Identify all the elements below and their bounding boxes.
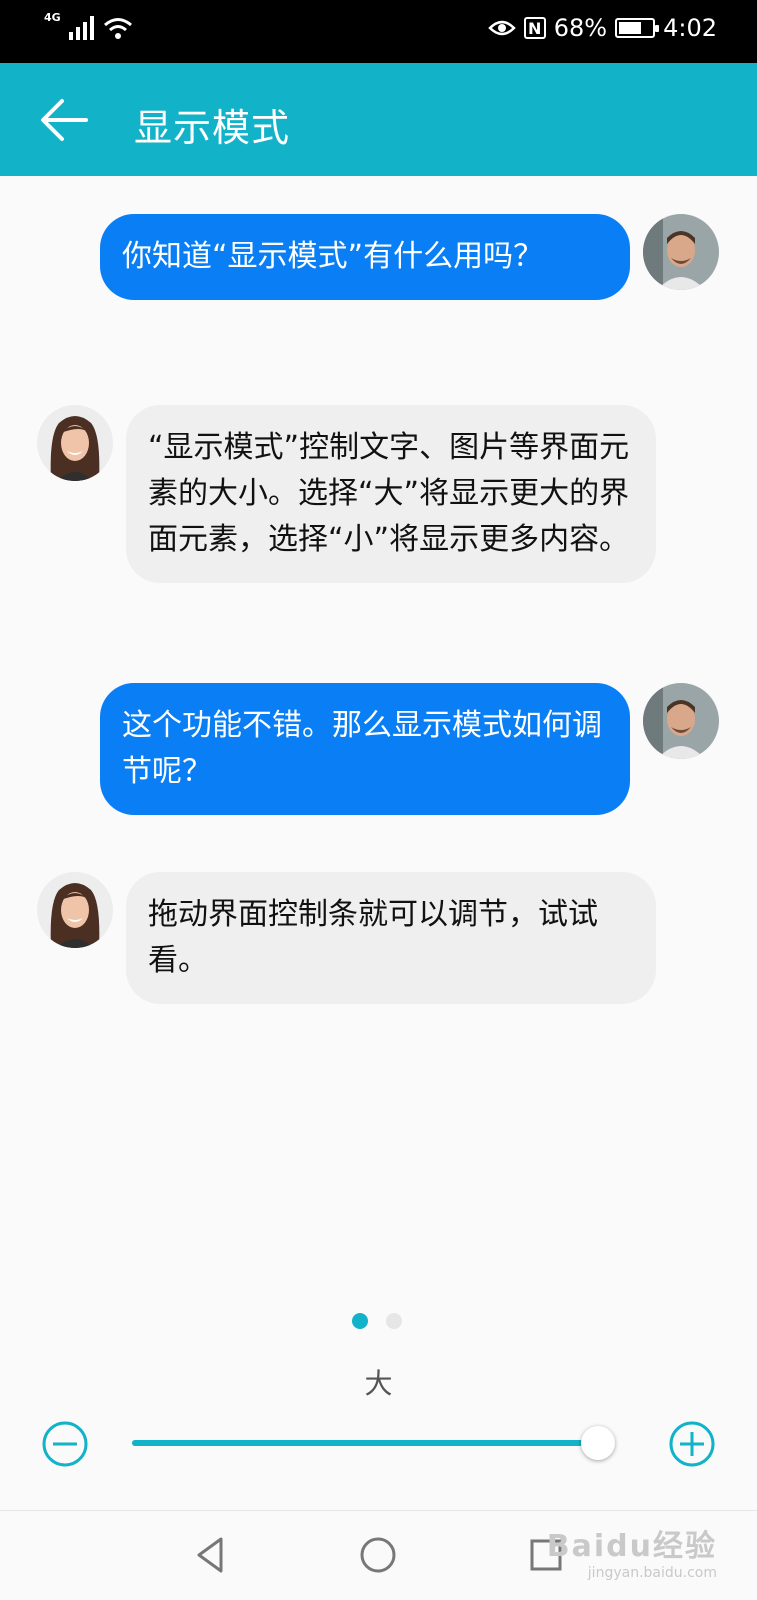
slider-thumb[interactable] (581, 1426, 615, 1460)
male-avatar (643, 214, 719, 290)
battery-icon (615, 18, 660, 38)
bubble-question-1: 你知道“显示模式”有什么用吗？ (100, 214, 630, 300)
battery-percent: 68% (553, 14, 608, 42)
status-left: 4G (44, 11, 133, 40)
arrow-left-icon[interactable] (38, 96, 90, 144)
battery-level (619, 22, 641, 34)
bubble-answer-1: “显示模式”控制文字、图片等界面元素的大小。选择“大”将显示更大的界面元素，选择… (126, 405, 656, 583)
circle-home-icon[interactable] (356, 1533, 400, 1577)
bubble-answer-2: 拖动界面控制条就可以调节，试试看。 (126, 872, 656, 1004)
watermark-sub: jingyan.baidu.com (587, 1565, 717, 1581)
female-avatar (37, 872, 113, 948)
pager-dot[interactable] (386, 1313, 402, 1329)
female-avatar (37, 405, 113, 481)
status-right: N 68% 4:02 (487, 14, 717, 42)
clock: 4:02 (663, 14, 717, 42)
page-title: 显示模式 (134, 106, 291, 150)
signal-icon (68, 16, 94, 40)
network-type: 4G (44, 11, 61, 24)
display-size-label: 大 (364, 1367, 393, 1400)
plus-circle-icon[interactable] (668, 1420, 716, 1468)
bubble-question-2: 这个功能不错。那么显示模式如何调节呢？ (100, 683, 630, 815)
nfc-icon: N (523, 17, 546, 39)
watermark-main: Baidu经验 (546, 1529, 717, 1564)
pager-dots (352, 1313, 402, 1329)
slider-fill (132, 1440, 615, 1446)
app-bar: 显示模式 (0, 63, 757, 176)
pager-dot[interactable] (352, 1313, 368, 1329)
minus-circle-icon[interactable] (41, 1420, 89, 1468)
system-nav-bar: Baidu经验 jingyan.baidu.com (0, 1510, 757, 1600)
wifi-icon (103, 18, 132, 39)
male-avatar (643, 683, 719, 759)
display-size-slider[interactable] (132, 1426, 615, 1460)
status-bar: 4G N 68% 4:02 (0, 0, 757, 63)
watermark: Baidu经验 jingyan.baidu.com (547, 1521, 717, 1581)
triangle-back-icon[interactable] (189, 1533, 233, 1577)
eye-comfort-icon (487, 20, 516, 36)
